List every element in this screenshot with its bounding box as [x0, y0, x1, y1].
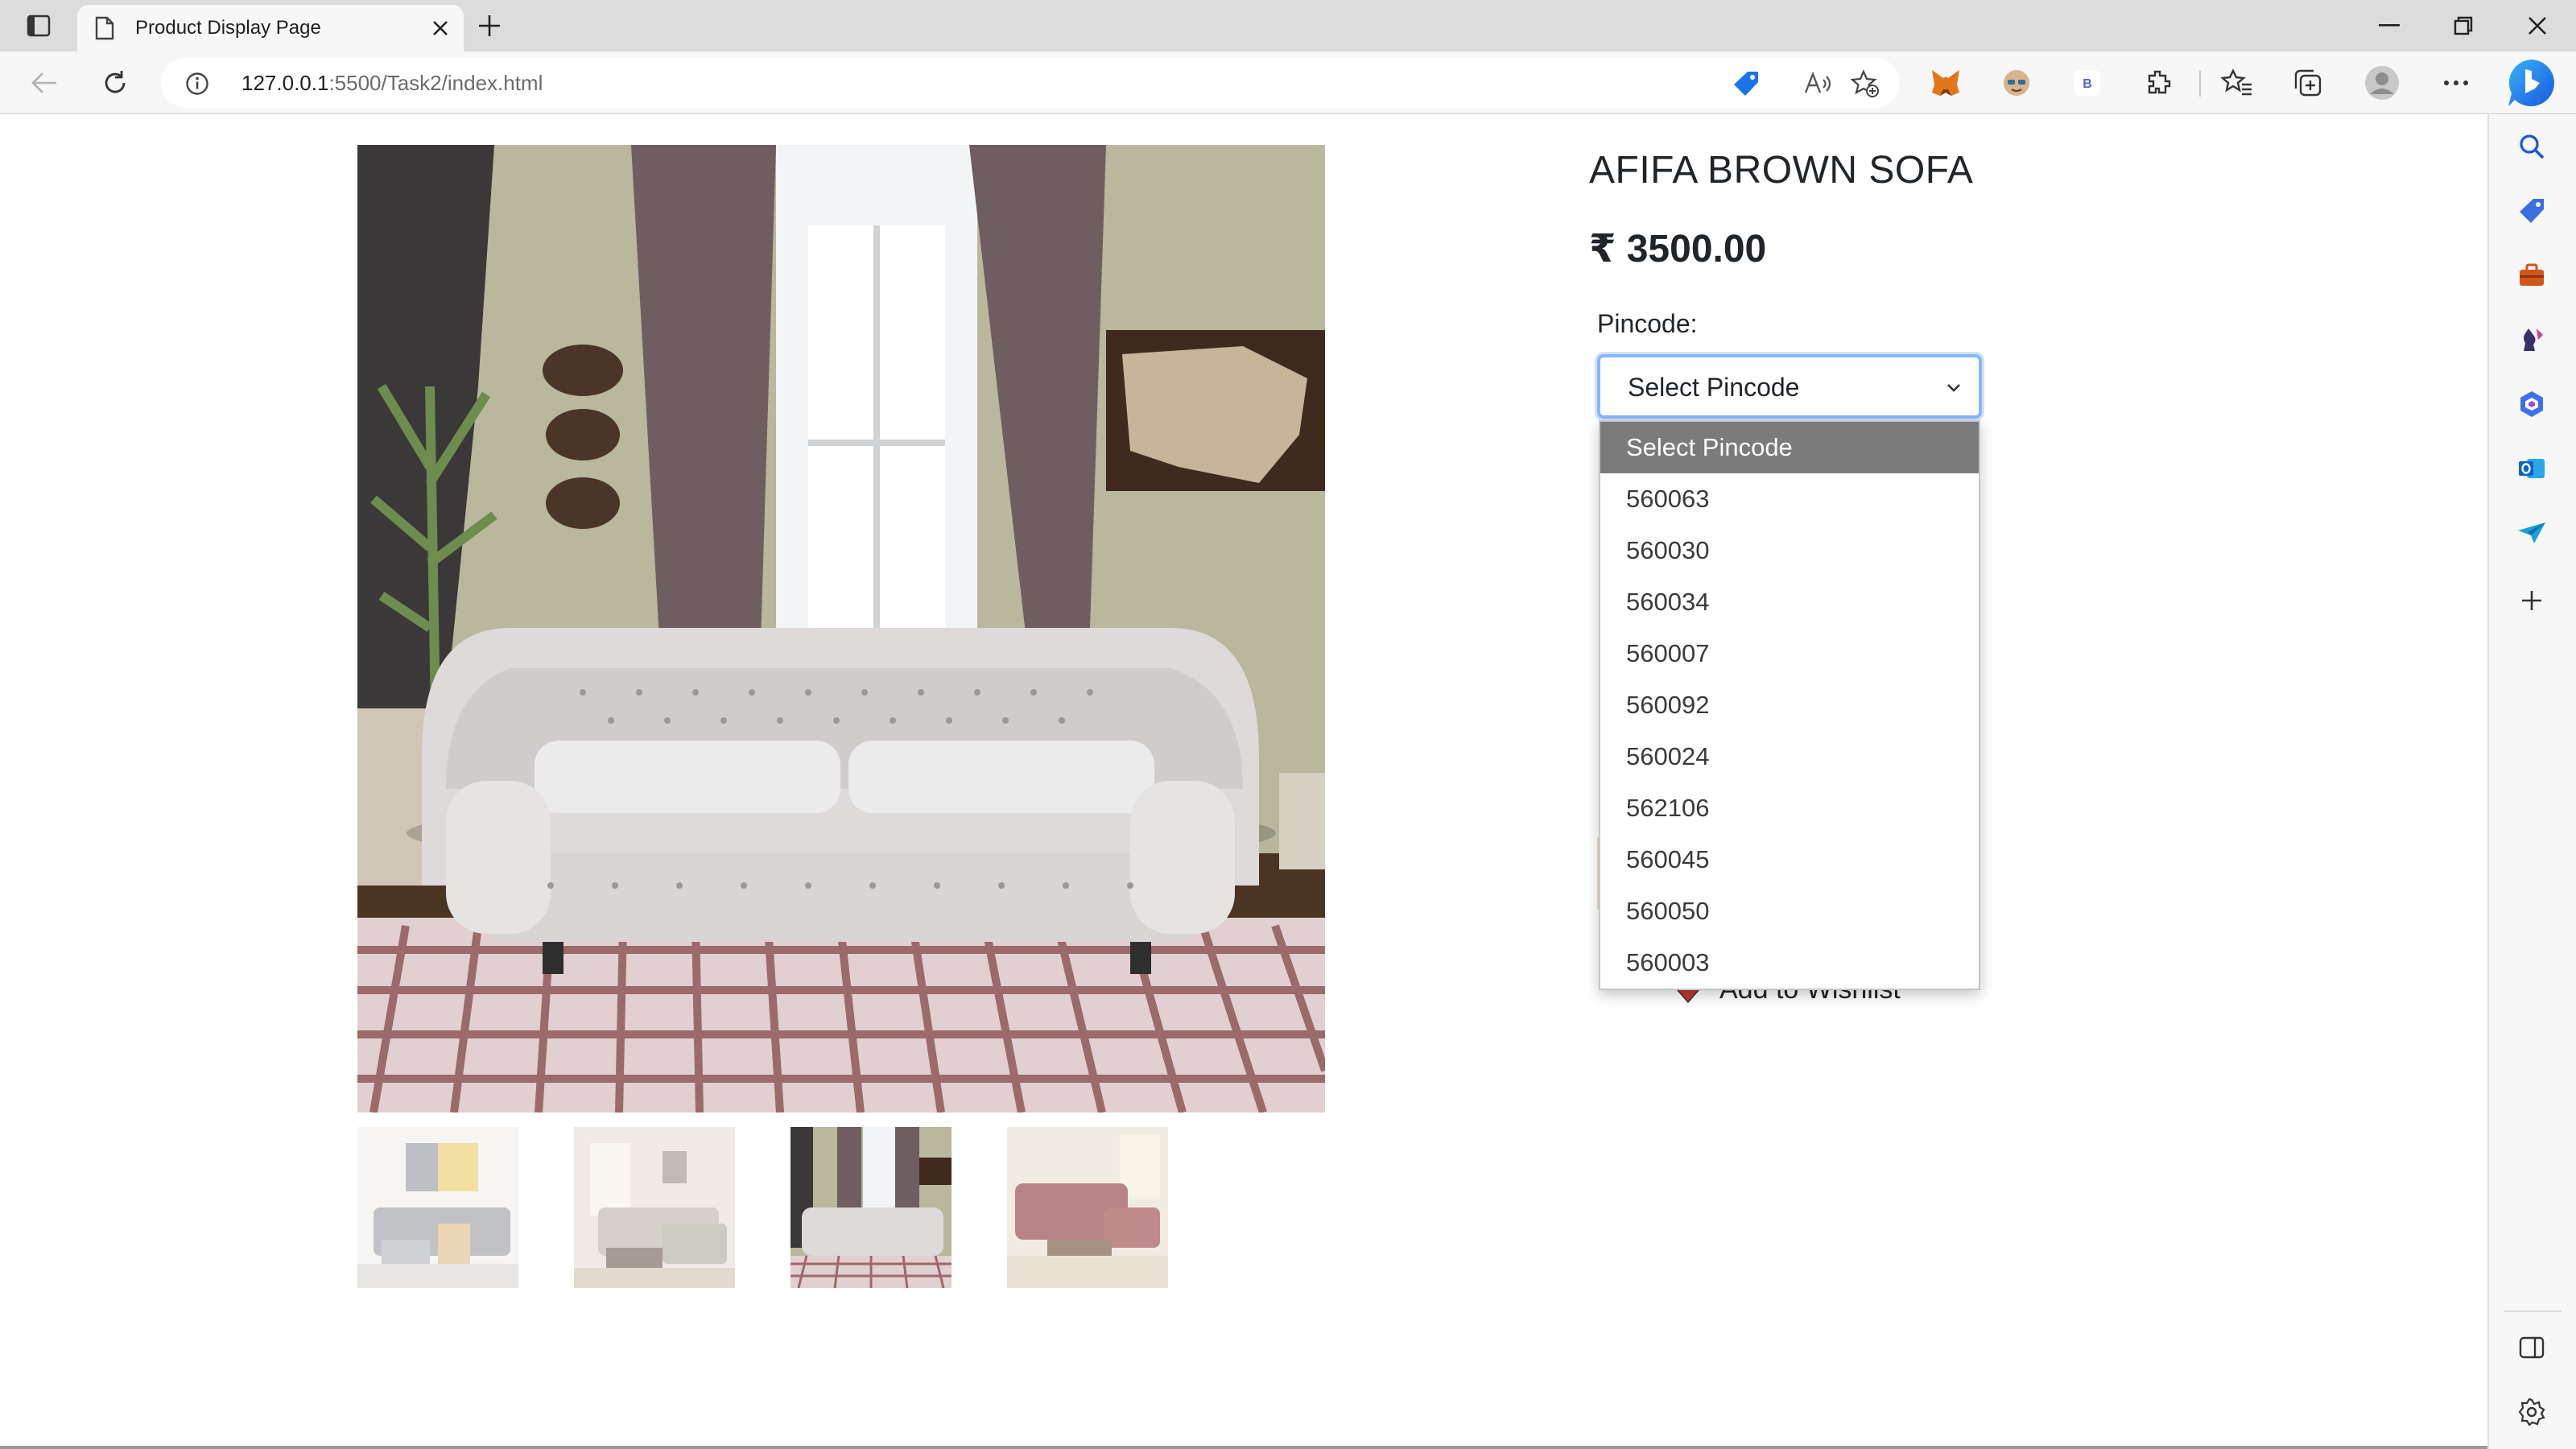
back-button[interactable]: [23, 63, 66, 103]
address-bar[interactable]: 127.0.0.1:5500/Task2/index.html: [161, 58, 1900, 108]
tab-title: Product Display Page: [135, 17, 321, 39]
tab-actions-button[interactable]: [21, 10, 56, 42]
product-title: AFIFA BROWN SOFA: [1589, 149, 1974, 192]
page-icon: [93, 16, 116, 40]
back-icon: [31, 72, 56, 93]
pincode-option[interactable]: 560007: [1600, 628, 1979, 679]
pincode-select-value: Select Pincode: [1628, 373, 1800, 402]
refresh-icon: [105, 71, 126, 93]
pincode-option[interactable]: 560092: [1600, 679, 1979, 731]
pincode-option[interactable]: 560063: [1600, 473, 1979, 525]
metamask-extension-icon[interactable]: [1926, 63, 1966, 103]
minimize-button[interactable]: [2359, 6, 2420, 45]
close-tab-button[interactable]: [425, 13, 456, 43]
pincode-select[interactable]: Select Pincode: [1597, 354, 1982, 419]
close-icon: [433, 21, 448, 35]
outlook-icon[interactable]: [2509, 446, 2554, 491]
url-host: 127.0.0.1: [242, 71, 329, 95]
read-aloud-icon[interactable]: [1803, 68, 1834, 99]
site-info-icon[interactable]: [185, 72, 209, 96]
product-price: ₹ 3500.00: [1589, 228, 1767, 270]
favorites-icon[interactable]: [2217, 63, 2257, 103]
tab-actions-icon: [27, 14, 51, 37]
shopping-tag-icon[interactable]: [2509, 188, 2554, 233]
b-extension-icon[interactable]: B: [2067, 63, 2107, 103]
collections-icon[interactable]: [2288, 63, 2328, 103]
thumbnail-1[interactable]: [357, 1127, 518, 1288]
profile-icon[interactable]: [2362, 63, 2402, 103]
more-icon[interactable]: [2436, 63, 2476, 103]
pincode-label: Pincode:: [1597, 309, 1698, 338]
plus-icon: [479, 15, 500, 36]
pincode-option[interactable]: 560050: [1600, 886, 1979, 937]
edge-sidebar: [2487, 114, 2576, 1449]
new-tab-button[interactable]: [470, 8, 509, 43]
panel-toggle-icon[interactable]: [2509, 1325, 2554, 1370]
restore-icon: [2454, 16, 2473, 35]
tab-bar: Product Display Page: [0, 0, 2576, 52]
avatar-extension-icon[interactable]: [1996, 63, 2037, 103]
pincode-option[interactable]: 562106: [1600, 782, 1979, 834]
send-icon[interactable]: [2509, 510, 2554, 555]
browser-toolbar: 127.0.0.1:5500/Task2/index.html B: [0, 52, 2576, 114]
refresh-button[interactable]: [93, 63, 137, 103]
minimize-icon: [2379, 24, 2400, 27]
close-window-button[interactable]: [2507, 6, 2568, 45]
favorite-add-icon[interactable]: [1850, 68, 1880, 99]
settings-icon[interactable]: [2509, 1389, 2554, 1435]
pincode-dropdown-list: Select Pincode 560063 560030 560034 5600…: [1599, 420, 1980, 990]
thumbnail-3[interactable]: [791, 1127, 952, 1288]
games-icon[interactable]: [2509, 317, 2554, 362]
thumbnail-4[interactable]: [1007, 1127, 1168, 1288]
active-tab[interactable]: Product Display Page: [77, 5, 464, 52]
page-bottom-edge: [0, 1446, 2487, 1449]
pincode-option[interactable]: 560030: [1600, 525, 1979, 576]
search-icon[interactable]: [2509, 124, 2554, 169]
url-path: :5500/Task2/index.html: [328, 71, 543, 95]
pincode-option-placeholder[interactable]: Select Pincode: [1600, 422, 1979, 473]
extensions-icon[interactable]: [2138, 63, 2178, 103]
close-icon: [2529, 17, 2546, 35]
url-text[interactable]: 127.0.0.1:5500/Task2/index.html: [242, 69, 543, 97]
pincode-option[interactable]: 560034: [1600, 576, 1979, 628]
bing-chat-icon[interactable]: [2505, 56, 2558, 109]
pincode-option[interactable]: 560024: [1600, 731, 1979, 782]
coupon-icon[interactable]: [1731, 68, 1761, 99]
chevron-down-icon: [1947, 384, 1960, 392]
svg-text:B: B: [2083, 77, 2092, 91]
restore-button[interactable]: [2433, 6, 2494, 45]
product-main-image: [357, 145, 1325, 1113]
tools-icon[interactable]: [2509, 253, 2554, 298]
pincode-option[interactable]: 560045: [1600, 834, 1979, 886]
sidebar-divider: [2504, 1311, 2562, 1312]
pincode-option[interactable]: 560003: [1600, 937, 1979, 989]
toolbar-separator: [2199, 71, 2201, 97]
add-icon[interactable]: [2509, 578, 2554, 623]
office-icon[interactable]: [2509, 382, 2554, 427]
thumbnail-2[interactable]: [574, 1127, 735, 1288]
